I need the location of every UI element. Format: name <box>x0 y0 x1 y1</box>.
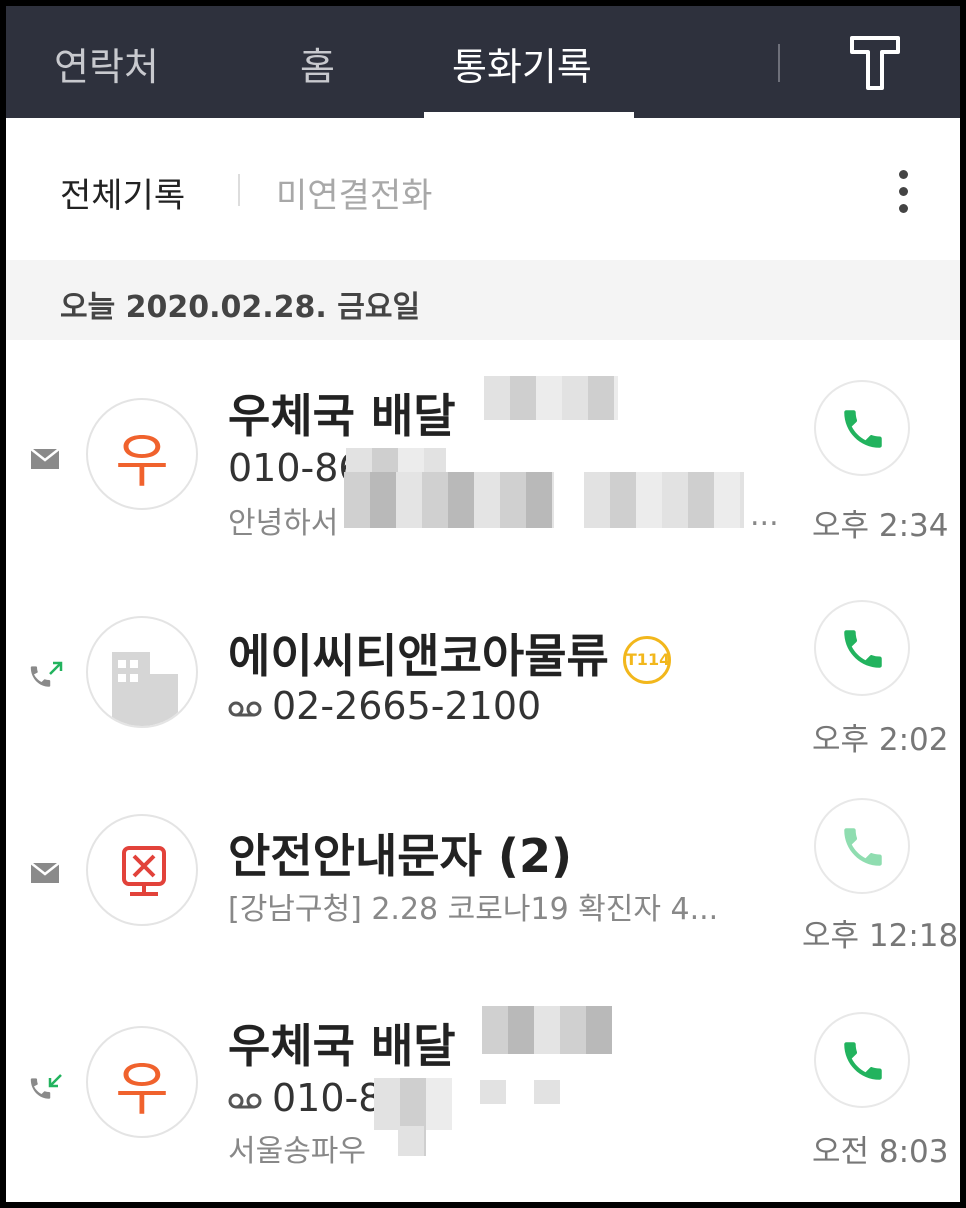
filter-missed-calls[interactable]: 미연결전화 <box>276 168 432 217</box>
message-icon <box>30 862 60 883</box>
redacted-area <box>534 1080 560 1104</box>
redacted-area <box>584 472 744 528</box>
call-button[interactable] <box>814 380 910 476</box>
call-log-row[interactable]: 우 우체국 배달 010-86 안녕하서 ... 오후 2:34 <box>6 340 960 574</box>
avatar-initial: 우 <box>115 427 169 495</box>
filter-bar: 전체기록 미연결전화 <box>6 118 960 260</box>
phone-number: 02-2665-2100 <box>228 684 541 728</box>
call-log-row[interactable]: 안전안내문자 (2) [강남구청] 2.28 코로나19 확진자 4... 오후… <box>6 768 960 968</box>
phone-icon <box>844 1042 882 1080</box>
contact-name-text: 에이씨티앤코아물류 <box>228 629 609 683</box>
tab-contacts[interactable]: 연락처 <box>54 36 159 91</box>
app-frame: 연락처 홈 통화기록 전체기록 미연결전화 오늘 2020.02.28. 금요일… <box>6 6 960 1202</box>
redacted-area <box>484 376 618 420</box>
message-preview: [강남구청] 2.28 코로나19 확진자 4... <box>228 892 719 927</box>
contact-name: 안전안내문자 (2) <box>228 829 572 883</box>
redacted-area <box>480 1080 506 1104</box>
voicemail-icon <box>228 1093 262 1108</box>
phone-icon <box>844 630 882 668</box>
phone-number-text: 02-2665-2100 <box>272 684 542 728</box>
call-button[interactable] <box>814 1012 910 1108</box>
more-options-icon[interactable] <box>886 162 920 222</box>
avatar-initial: 우 <box>115 1055 169 1123</box>
call-log-row[interactable]: 에이씨티앤코아물류 T114 02-2665-2100 오후 2:02 <box>6 572 960 770</box>
contact-name: 우체국 배달 <box>228 1019 456 1073</box>
top-nav-bar: 연락처 홈 통화기록 <box>6 6 960 118</box>
call-time: 오후 12:18 <box>802 918 959 954</box>
call-log-row[interactable]: 우 우체국 배달 010-8 서울송파우 오전 8:03 <box>6 966 960 1202</box>
filter-all-records[interactable]: 전체기록 <box>60 168 185 217</box>
call-time: 오후 2:02 <box>812 722 949 758</box>
message-preview: 서울송파우 <box>228 1134 366 1169</box>
redacted-area <box>374 1078 452 1130</box>
tab-call-history[interactable]: 통화기록 <box>452 36 592 91</box>
date-label: 오늘 2020.02.28. 금요일 <box>60 290 421 325</box>
message-preview: 안녕하서 <box>228 506 339 541</box>
contact-name: 우체국 배달 <box>228 389 456 443</box>
tab-home[interactable]: 홈 <box>300 36 335 91</box>
outgoing-call-icon <box>30 661 63 687</box>
preview-ellipsis: ... <box>750 498 779 533</box>
building-icon <box>112 652 178 726</box>
avatar[interactable]: 우 <box>86 398 198 510</box>
call-time: 오후 2:34 <box>812 508 949 544</box>
disaster-alert-icon <box>122 846 166 896</box>
t-logo-button[interactable] <box>848 34 902 96</box>
call-time: 오전 8:03 <box>812 1134 949 1170</box>
redacted-area <box>344 472 554 528</box>
message-icon <box>30 448 60 469</box>
filter-divider <box>238 174 240 206</box>
contact-name: 에이씨티앤코아물류 T114 <box>228 620 671 686</box>
avatar[interactable] <box>86 616 198 728</box>
phone-number: 010-8 <box>228 1076 382 1120</box>
avatar[interactable]: 우 <box>86 1026 198 1138</box>
phone-number-text: 010-8 <box>272 1076 383 1120</box>
incoming-call-icon <box>30 1074 62 1099</box>
date-section-header: 오늘 2020.02.28. 금요일 <box>6 260 960 340</box>
redacted-area <box>398 1126 426 1156</box>
phone-number: 010-86 <box>228 446 363 490</box>
t-logo-icon <box>850 36 900 90</box>
nav-divider <box>778 44 780 82</box>
avatar[interactable] <box>86 814 198 926</box>
phone-icon <box>844 410 882 448</box>
redacted-area <box>482 1006 612 1054</box>
t114-badge: T114 <box>622 635 671 684</box>
call-button[interactable] <box>814 600 910 696</box>
voicemail-icon <box>228 701 262 716</box>
phone-icon <box>844 828 882 866</box>
call-button[interactable] <box>814 798 910 894</box>
